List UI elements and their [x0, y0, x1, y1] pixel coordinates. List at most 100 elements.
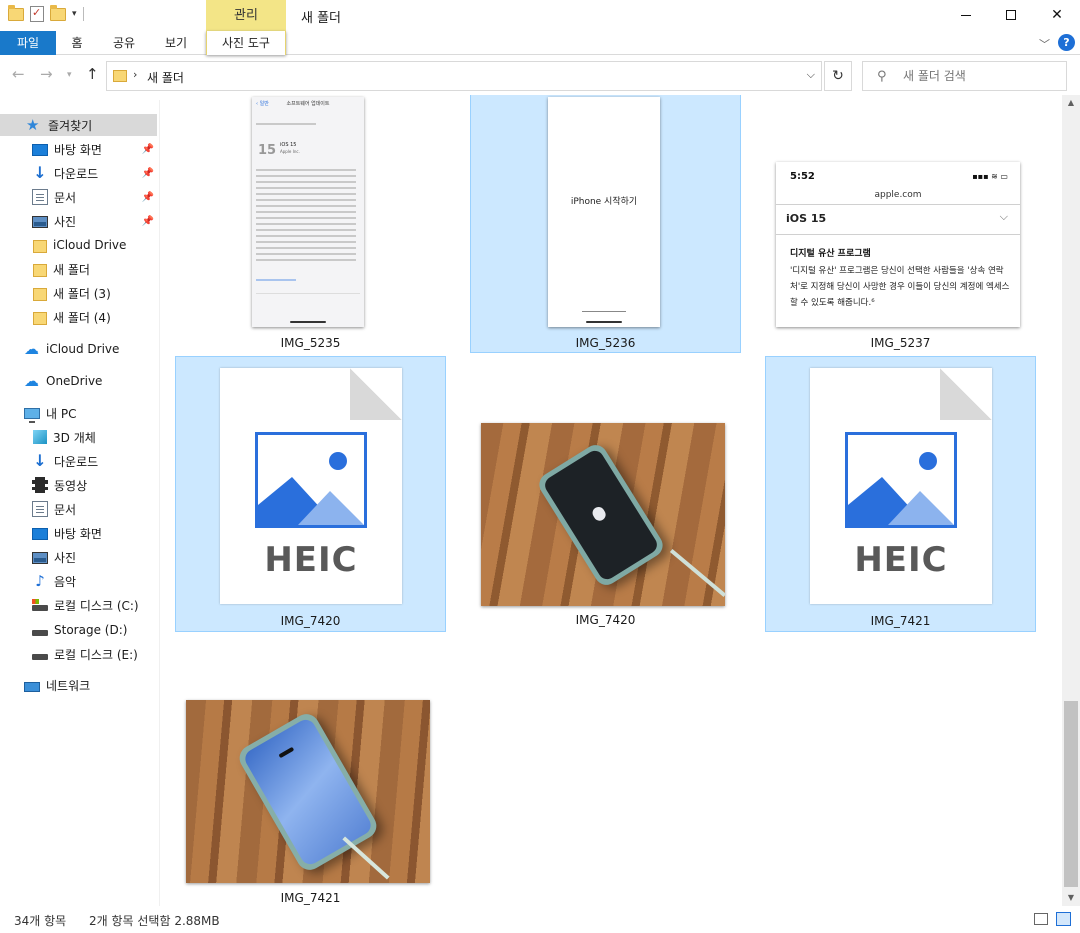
file-name: IMG_5237 [870, 336, 931, 350]
tab-picture-tools[interactable]: 사진 도구 [206, 31, 286, 55]
nav-label: 사진 [54, 214, 77, 229]
divider [776, 234, 1020, 235]
details-view-icon[interactable] [1034, 913, 1048, 925]
refresh-button[interactable]: ↻ [824, 61, 852, 91]
folder-icon[interactable] [8, 4, 24, 21]
tab-home[interactable]: 홈 [60, 31, 94, 55]
nav-item-new-folder-3[interactable]: 새 폴더 (3) [32, 282, 111, 304]
nav-item-new-folder[interactable]: 새 폴더 [32, 258, 90, 280]
nav-item-3d-objects[interactable]: 3D 개체 [32, 426, 96, 448]
help-icon[interactable]: ? [1058, 34, 1075, 51]
close-button[interactable]: ✕ [1034, 0, 1080, 30]
nav-quick-access[interactable]: ★ 즐겨찾기 [0, 114, 157, 136]
file-tile-selected[interactable]: HEIC IMG_7420 [175, 356, 446, 632]
window-title: 새 폴더 [301, 11, 342, 26]
nav-item-pc-downloads[interactable]: ↓ 다운로드 [32, 450, 98, 472]
phone-photo-thumbnail [481, 423, 725, 606]
up-arrow-icon[interactable]: ↑ [86, 65, 99, 83]
tab-file[interactable]: 파일 [0, 31, 56, 55]
document-icon [32, 189, 48, 205]
nav-item-drive-c[interactable]: 로컬 디스크 (C:) [32, 594, 139, 616]
nav-item-icloud-drive-quick[interactable]: iCloud Drive [32, 234, 126, 256]
nav-onedrive[interactable]: ☁ OneDrive [24, 370, 102, 392]
minimize-button[interactable] [943, 0, 989, 30]
file-tile[interactable]: 5:52 ▪▪▪ ≋ ▭ apple.com iOS 15 ⌵ 디지털 유산 프… [765, 95, 1036, 353]
nav-item-desktop[interactable]: 바탕 화면 📌 [32, 138, 154, 160]
new-folder-icon[interactable] [50, 4, 66, 21]
nav-item-pictures[interactable]: 사진 📌 [32, 210, 154, 232]
back-arrow-icon[interactable]: ← [12, 65, 25, 83]
expand-ribbon-icon[interactable]: ﹀ [1039, 36, 1050, 52]
nav-item-drive-e[interactable]: 로컬 디스크 (E:) [32, 643, 138, 665]
computer-icon [24, 408, 40, 423]
phone-screen [541, 447, 661, 583]
minimize-icon [961, 14, 971, 16]
mountain-icon [258, 452, 364, 525]
large-icons-view-icon[interactable] [1056, 912, 1071, 926]
file-tile[interactable]: IMG_7420 [470, 356, 741, 632]
search-input[interactable] [903, 67, 1058, 85]
nav-item-downloads[interactable]: ↓ 다운로드 📌 [32, 162, 154, 184]
maximize-icon [1006, 10, 1016, 20]
search-box[interactable]: ⚲ [862, 61, 1067, 91]
nav-network[interactable]: 네트워크 [24, 674, 90, 696]
phone-photo-thumbnail [186, 700, 430, 883]
heic-file-icon: HEIC [810, 368, 992, 604]
image-icon [845, 432, 957, 528]
chevron-down-icon[interactable]: ⌵ [807, 68, 815, 82]
nav-label: 다운로드 [54, 166, 99, 181]
scroll-up-icon[interactable]: ▲ [1062, 95, 1080, 111]
nav-this-pc[interactable]: 내 PC [24, 402, 76, 424]
scrollbar-thumb[interactable] [1064, 701, 1078, 887]
drive-icon [32, 630, 48, 636]
recent-locations-icon[interactable]: ▾ [67, 70, 72, 80]
vertical-scrollbar[interactable]: ▲ ▼ [1062, 95, 1080, 906]
download-icon: ↓ [33, 163, 47, 182]
nav-item-drive-d[interactable]: Storage (D:) [32, 619, 127, 641]
item-count: 34개 항목 [14, 914, 67, 928]
nav-item-documents[interactable]: 문서 📌 [32, 186, 154, 208]
nav-item-pc-desktop[interactable]: 바탕 화면 [32, 522, 102, 544]
nav-item-pc-pictures[interactable]: 사진 [32, 546, 76, 568]
nav-label: OneDrive [46, 374, 103, 388]
title-bar: ▾ 관리 새 폴더 ✕ [0, 0, 1080, 32]
notch [278, 746, 295, 759]
file-tile-selected[interactable]: iPhone 시작하기 IMG_5236 [470, 95, 741, 353]
nav-item-new-folder-4[interactable]: 새 폴더 (4) [32, 306, 111, 328]
heic-file-icon: HEIC [220, 368, 402, 604]
file-name: IMG_7421 [280, 891, 341, 905]
onedrive-icon: ☁ [24, 372, 39, 390]
tab-share[interactable]: 공유 [104, 31, 144, 55]
nav-label: Storage (D:) [54, 623, 128, 637]
file-name: IMG_5236 [575, 336, 636, 350]
thumb-vendor: Apple Inc. [280, 149, 300, 154]
forward-arrow-icon[interactable]: → [40, 65, 53, 83]
nav-icloud-drive[interactable]: ☁ iCloud Drive [24, 338, 119, 360]
nav-label: 로컬 디스크 (C:) [54, 598, 139, 613]
file-tile[interactable]: IMG_7421 [175, 633, 446, 906]
nav-item-videos[interactable]: 동영상 [32, 474, 87, 496]
nav-item-pc-documents[interactable]: 문서 [32, 498, 76, 520]
pictures-icon [32, 552, 48, 564]
folder-icon [33, 263, 47, 277]
customize-toolbar-icon[interactable]: ▾ [72, 9, 77, 19]
tab-view[interactable]: 보기 [154, 31, 198, 55]
status-bar: 34개 항목 2개 항목 선택함 2.88MB [0, 907, 1080, 933]
nav-item-music[interactable]: ♪ 음악 [32, 570, 76, 592]
file-tile[interactable]: ‹ 일반 소프트웨어 업데이트 15 iOS 15 Apple Inc. IMG… [175, 95, 446, 353]
scroll-down-icon[interactable]: ▼ [1062, 890, 1080, 906]
breadcrumb-separator[interactable]: › [133, 68, 137, 81]
address-bar[interactable]: › 새 폴더 ⌵ [106, 61, 822, 91]
file-tile-selected[interactable]: HEIC IMG_7421 [765, 356, 1036, 632]
pin-icon: 📌 [141, 215, 154, 227]
maximize-button[interactable] [988, 0, 1034, 30]
properties-icon[interactable] [30, 6, 44, 22]
page-fold [350, 368, 402, 420]
close-icon: ✕ [1051, 7, 1063, 23]
address-row: ← → ▾ ↑ › 새 폴더 ⌵ ↻ ⚲ [0, 57, 1080, 95]
nav-label: 문서 [54, 190, 77, 205]
film-icon [32, 477, 48, 493]
breadcrumb-current-folder[interactable]: 새 폴더 [147, 69, 184, 86]
cube-icon [33, 430, 47, 444]
nav-label: 네트워크 [46, 678, 91, 693]
